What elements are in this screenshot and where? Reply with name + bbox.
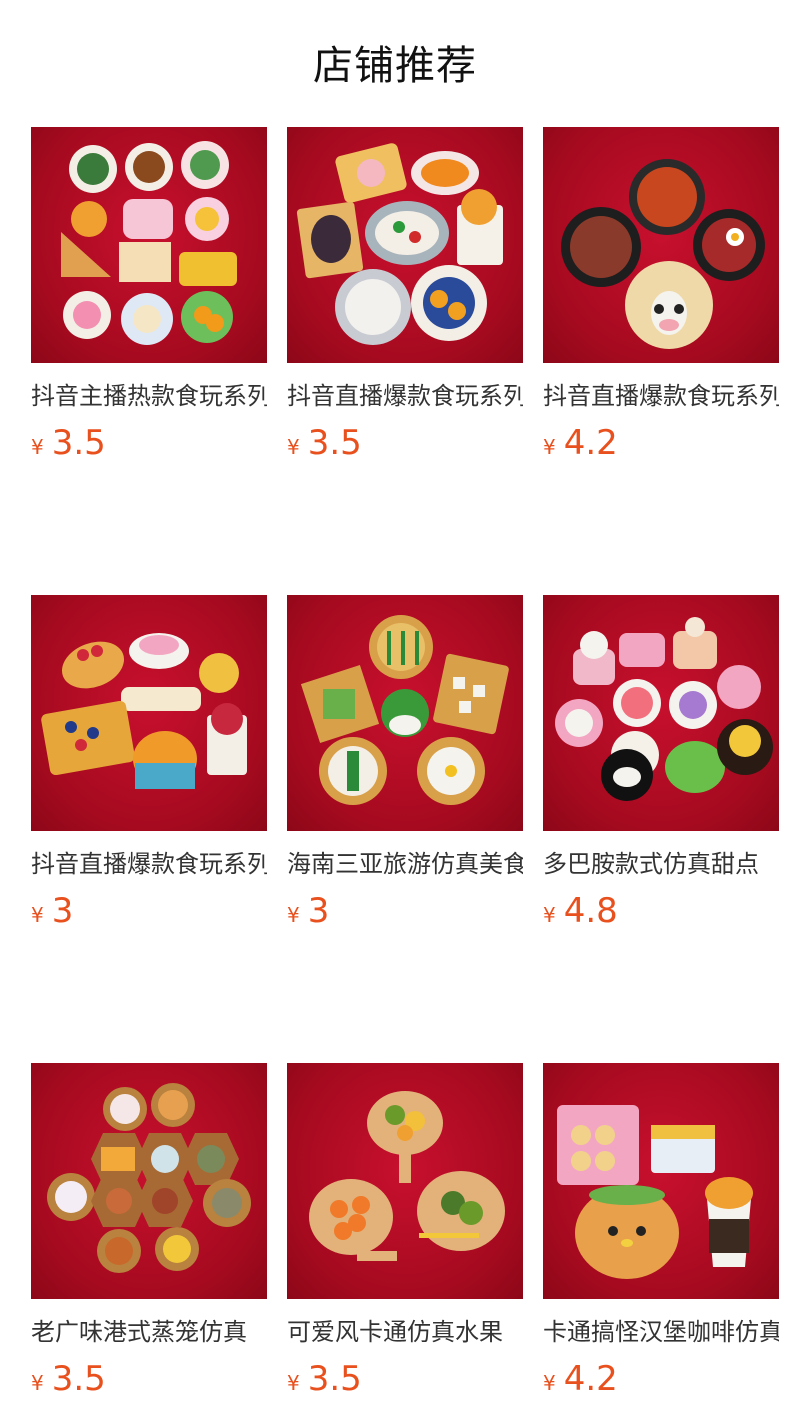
product-name[interactable]: 老广味港式蒸笼仿真	[31, 1317, 267, 1347]
price-amount: 4.2	[563, 423, 618, 463]
product-card[interactable]: 可爱风卡通仿真水果 ¥3.5	[287, 1063, 523, 1399]
currency-symbol: ¥	[31, 903, 44, 927]
product-price: ¥3	[287, 891, 523, 931]
currency-symbol: ¥	[543, 1371, 556, 1395]
currency-symbol: ¥	[287, 435, 300, 459]
product-name[interactable]: 抖音直播爆款食玩系列	[287, 381, 523, 411]
product-price: ¥3.5	[31, 1359, 267, 1399]
product-image[interactable]	[287, 127, 523, 363]
price-amount: 3.5	[51, 423, 106, 463]
product-card[interactable]: 海南三亚旅游仿真美食 ¥3	[287, 595, 523, 931]
product-card[interactable]: 抖音直播爆款食玩系列 ¥3.5	[287, 127, 523, 463]
product-name[interactable]: 抖音主播热款食玩系列	[31, 381, 267, 411]
page-title: 店铺推荐	[313, 43, 477, 89]
price-amount: 3.5	[307, 1359, 362, 1399]
product-name[interactable]: 抖音直播爆款食玩系列	[543, 381, 779, 411]
currency-symbol: ¥	[31, 435, 44, 459]
currency-symbol: ¥	[543, 903, 556, 927]
currency-symbol: ¥	[31, 1371, 44, 1395]
product-grid: 抖音主播热款食玩系列 ¥3.5 抖音直播爆款食玩系列 ¥ 3.5 抖音直播爆款食…	[31, 127, 779, 1399]
product-card[interactable]: 抖音直播爆款食玩系列 ¥4.2	[543, 127, 779, 463]
product-price: ¥3	[31, 891, 267, 931]
product-price: ¥4.2	[543, 423, 779, 463]
product-name[interactable]: 海南三亚旅游仿真美食	[287, 849, 523, 879]
product-price: ¥3.5	[287, 1359, 523, 1399]
product-image[interactable]	[287, 1063, 523, 1299]
product-name[interactable]: 多巴胺款式仿真甜点	[543, 849, 779, 879]
product-price: ¥3.5	[287, 423, 523, 463]
price-amount: 3.5	[307, 423, 362, 463]
currency-symbol: ¥	[287, 903, 300, 927]
product-name[interactable]: 抖音直播爆款食玩系列	[31, 849, 267, 879]
product-price: ¥4.8	[543, 891, 779, 931]
product-image[interactable]	[543, 1063, 779, 1299]
product-card[interactable]: 多巴胺款式仿真甜点 ¥4.8	[543, 595, 779, 931]
product-card[interactable]: 抖音直播爆款食玩系列 ¥3	[31, 595, 267, 931]
price-amount: 3	[307, 891, 330, 931]
product-card[interactable]: 抖音主播热款食玩系列 ¥3.5	[31, 127, 267, 463]
product-price: ¥4.2	[543, 1359, 779, 1399]
product-name[interactable]: 可爱风卡通仿真水果	[287, 1317, 523, 1347]
product-image[interactable]	[31, 595, 267, 831]
product-image[interactable]	[287, 595, 523, 831]
product-image[interactable]	[543, 127, 779, 363]
product-image[interactable]	[31, 1063, 267, 1299]
product-image[interactable]	[543, 595, 779, 831]
product-image[interactable]	[31, 127, 267, 363]
price-amount: 3	[51, 891, 74, 931]
shop-recommendations-page: 店铺推荐 抖音主播热款食玩系列 ¥ 3.5 抖音直播爆款食玩系列 ¥ 3.5 抖…	[0, 0, 790, 1399]
price-amount: 4.2	[563, 1359, 618, 1399]
product-card[interactable]: 老广味港式蒸笼仿真 ¥3.5	[31, 1063, 267, 1399]
currency-symbol: ¥	[287, 1371, 300, 1395]
price-amount: 3.5	[51, 1359, 106, 1399]
product-price: ¥3.5	[31, 423, 267, 463]
product-card[interactable]: 卡通搞怪汉堡咖啡仿真 ¥4.2	[543, 1063, 779, 1399]
product-name[interactable]: 卡通搞怪汉堡咖啡仿真	[543, 1317, 779, 1347]
price-amount: 4.8	[563, 891, 618, 931]
currency-symbol: ¥	[543, 435, 556, 459]
